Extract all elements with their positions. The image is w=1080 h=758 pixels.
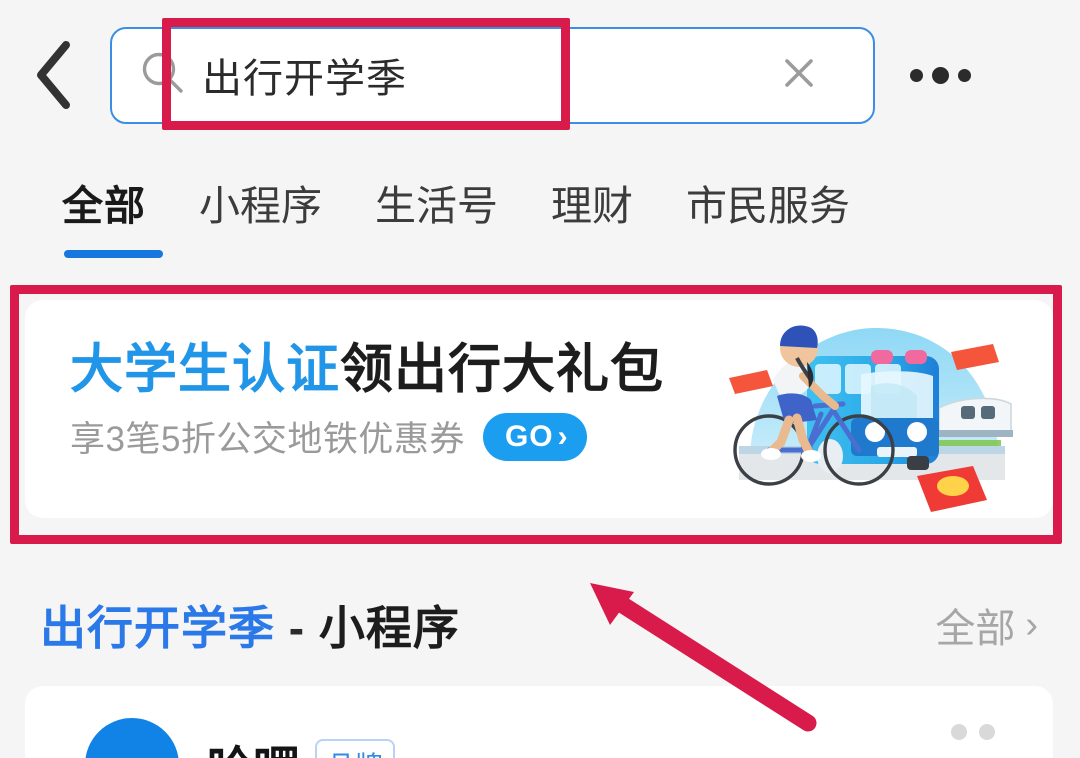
tab-finance[interactable]: 理财 [551, 172, 633, 258]
tab-life-accounts[interactable]: 生活号 [375, 172, 498, 258]
section-title: 出行开学季 - 小程序 [40, 592, 460, 658]
promo-go-label: GO [504, 419, 554, 453]
tab-citizen-services[interactable]: 市民服务 [686, 172, 850, 258]
app-logo-icon: 哈啰 [85, 718, 179, 758]
more-horizontal-icon-dot-1 [909, 68, 923, 82]
brand-badge: 品牌 [315, 739, 396, 758]
more-horizontal-icon-dot-3 [957, 68, 971, 82]
more-options-button[interactable] [875, 0, 1005, 150]
search-icon [140, 50, 186, 101]
result-card-hello[interactable]: 哈啰 哈啰 品牌 [25, 686, 1053, 758]
result-card-title: 哈啰 [207, 732, 299, 758]
more-horizontal-icon-dot-1 [951, 724, 967, 740]
chevron-left-icon [32, 39, 78, 111]
search-field[interactable]: 出行开学季 [110, 26, 875, 124]
chevron-right-icon: › [557, 419, 569, 453]
tab-mini-programs[interactable]: 小程序 [199, 172, 322, 258]
result-card-meta: 哈啰 品牌 [207, 732, 396, 758]
search-results-screen: 出行开学季 全部 小程序 生活号 理财 市民服务 大学生认证领出行大礼包 享3笔… [0, 0, 1080, 758]
section-title-query: 出行开学季 [40, 602, 275, 654]
promo-banner-text: 大学生认证领出行大礼包 享3笔5折公交地铁优惠券 GO › [70, 340, 730, 462]
promo-title-rest: 领出行大礼包 [340, 340, 664, 399]
promo-subtitle-row: 享3笔5折公交地铁优惠券 GO › [70, 411, 730, 462]
top-search-bar: 出行开学季 [0, 0, 1080, 150]
tab-all[interactable]: 全部 [62, 172, 163, 258]
category-tabs: 全部 小程序 生活号 理财 市民服务 [0, 150, 1080, 276]
section-view-all-label: 全部 [935, 607, 1016, 651]
section-view-all-link[interactable]: 全部 › [935, 596, 1038, 654]
back-button[interactable] [0, 0, 110, 150]
travel-illustration [711, 300, 1041, 518]
more-horizontal-icon-dot-2 [979, 724, 995, 740]
section-title-separator: - [275, 602, 319, 654]
section-title-category: 小程序 [318, 602, 460, 654]
promo-banner-subtitle: 享3笔5折公交地铁优惠券 [70, 420, 465, 460]
close-icon[interactable] [775, 49, 823, 102]
more-horizontal-icon-dot-2 [931, 66, 949, 84]
promo-go-button[interactable]: GO › [482, 412, 587, 461]
promo-banner[interactable]: 大学生认证领出行大礼包 享3笔5折公交地铁优惠券 GO › [25, 300, 1053, 518]
result-card-content: 哈啰 哈啰 品牌 [85, 718, 396, 758]
promo-banner-title: 大学生认证领出行大礼包 [70, 340, 730, 399]
search-input-value[interactable]: 出行开学季 [202, 46, 775, 104]
result-card-more-button[interactable] [951, 724, 995, 740]
chevron-right-icon: › [1025, 603, 1038, 646]
results-section-header: 出行开学季 - 小程序 全部 › [0, 575, 1080, 675]
promo-title-highlight: 大学生认证 [70, 340, 340, 399]
